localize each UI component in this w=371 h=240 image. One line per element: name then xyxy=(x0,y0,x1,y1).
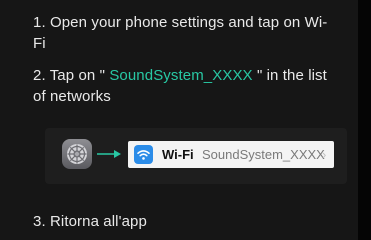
wifi-label: Wi-Fi xyxy=(162,147,194,162)
step-2-instruction: 2. Tap on " SoundSystem_XXXX " in the li… xyxy=(33,65,333,107)
chevron-right-icon: › xyxy=(322,147,327,162)
step-2-network-name: SoundSystem_XXXX xyxy=(105,67,257,84)
wifi-icon xyxy=(134,145,153,164)
gear-icon xyxy=(62,139,92,169)
step-1-text: 1. Open your phone settings and tap on W… xyxy=(33,14,328,52)
screen-edge xyxy=(358,0,371,240)
step-3-instruction: 3. Ritorna all'app xyxy=(33,211,333,232)
step-3-text: 3. Ritorna all'app xyxy=(33,213,147,230)
network-name-label: SoundSystem_XXXX xyxy=(202,147,325,162)
wifi-settings-row: Wi-Fi SoundSystem_XXXX › xyxy=(128,141,334,168)
step-2-prefix: 2. Tap on " xyxy=(33,67,106,84)
instructions-screen: 1. Open your phone settings and tap on W… xyxy=(0,0,358,240)
arrow-right-icon xyxy=(96,147,122,161)
wifi-illustration-panel: Wi-Fi SoundSystem_XXXX › xyxy=(45,128,347,184)
step-1-instruction: 1. Open your phone settings and tap on W… xyxy=(33,12,333,54)
